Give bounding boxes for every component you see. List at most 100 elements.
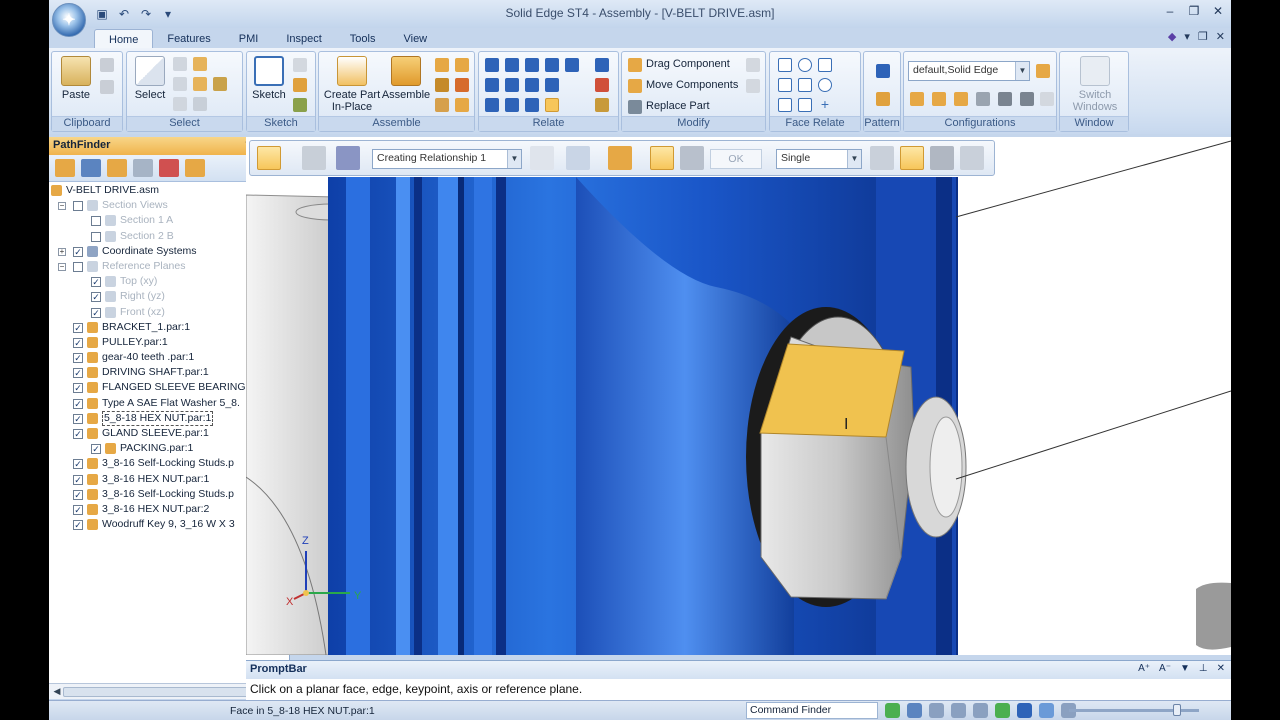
rotate-icon[interactable] bbox=[885, 703, 900, 718]
ribbon-minimize-icon[interactable]: ▾ bbox=[1184, 30, 1190, 43]
chevron-down-icon[interactable]: ▼ bbox=[1015, 62, 1029, 80]
tree-checkbox[interactable]: ✓ bbox=[73, 413, 83, 424]
flip-direction-button[interactable] bbox=[257, 146, 281, 170]
doc-close-icon[interactable]: ✕ bbox=[1216, 30, 1225, 43]
tab-home[interactable]: Home bbox=[94, 29, 154, 49]
graphics-window[interactable]: I Z Y X bbox=[246, 137, 1231, 655]
add-relate-icon[interactable]: + bbox=[818, 97, 832, 112]
gear-icon[interactable] bbox=[545, 78, 559, 92]
tree-checkbox[interactable]: ✓ bbox=[73, 383, 83, 394]
sketch-tool-icon[interactable] bbox=[293, 78, 307, 92]
subassembly-mode-button[interactable] bbox=[930, 146, 954, 170]
relationship-list-button[interactable] bbox=[336, 146, 360, 170]
select-part-button[interactable] bbox=[680, 146, 704, 170]
assemble-tool-icon[interactable] bbox=[435, 78, 449, 92]
config-tool-icon[interactable] bbox=[1020, 92, 1034, 106]
tree-checkbox[interactable]: ✓ bbox=[73, 459, 83, 470]
tree-checkbox[interactable]: ✓ bbox=[91, 292, 101, 303]
configuration-select[interactable]: default,Solid Edge ▼ bbox=[908, 61, 1030, 81]
switch-windows-button[interactable]: Switch Windows bbox=[1068, 56, 1122, 113]
ok-button[interactable]: OK bbox=[710, 149, 762, 169]
coaxial-icon[interactable] bbox=[798, 58, 812, 72]
tree-expander-icon[interactable]: + bbox=[58, 247, 66, 256]
command-finder-input[interactable]: Command Finder bbox=[746, 702, 878, 719]
assemble-tool-icon[interactable] bbox=[435, 58, 449, 72]
tree-checkbox[interactable] bbox=[91, 231, 101, 242]
tree-checkbox[interactable]: ✓ bbox=[73, 489, 83, 500]
assemble-tool-icon[interactable] bbox=[455, 78, 469, 92]
body-mode-button[interactable] bbox=[960, 146, 984, 170]
ground-icon[interactable] bbox=[505, 98, 519, 112]
tab-features[interactable]: Features bbox=[153, 29, 224, 49]
config-tool-icon[interactable] bbox=[1036, 64, 1050, 78]
mate-icon[interactable] bbox=[485, 58, 499, 72]
tree-checkbox[interactable] bbox=[73, 261, 83, 272]
relate-tool-icon[interactable] bbox=[595, 98, 609, 112]
perpendicular-icon[interactable] bbox=[778, 98, 792, 112]
scroll-thumb[interactable] bbox=[63, 687, 268, 697]
tree-checkbox[interactable]: ✓ bbox=[73, 398, 83, 409]
tree-checkbox[interactable]: ✓ bbox=[73, 474, 83, 485]
zoom-slider[interactable] bbox=[1069, 704, 1199, 716]
pattern-icon[interactable] bbox=[876, 64, 890, 78]
filter-icon[interactable] bbox=[185, 159, 205, 177]
relate-tool-icon[interactable] bbox=[595, 78, 609, 92]
tree-checkbox[interactable]: ✓ bbox=[73, 337, 83, 348]
relate-tool-icon[interactable] bbox=[595, 58, 609, 72]
font-decrease-icon[interactable]: A⁻ bbox=[1159, 663, 1171, 674]
pan-icon[interactable] bbox=[973, 703, 988, 718]
config-tool-icon[interactable] bbox=[998, 92, 1012, 106]
zoom-slider-knob[interactable] bbox=[1173, 704, 1181, 716]
tree-checkbox[interactable] bbox=[91, 216, 101, 227]
tangent-icon[interactable] bbox=[505, 78, 519, 92]
modify-tool-icon[interactable] bbox=[746, 79, 760, 93]
application-button[interactable]: ✦ bbox=[52, 3, 86, 37]
sketch-tool-icon[interactable] bbox=[293, 58, 307, 72]
tab-tools[interactable]: Tools bbox=[336, 29, 390, 49]
drag-component-button[interactable]: Drag Component bbox=[646, 58, 730, 70]
tree-checkbox[interactable]: ✓ bbox=[73, 353, 83, 364]
config-tool-icon[interactable] bbox=[932, 92, 946, 106]
cam-icon[interactable] bbox=[525, 78, 539, 92]
tree-checkbox[interactable]: ✓ bbox=[73, 520, 83, 531]
sketch-button[interactable]: Sketch bbox=[251, 56, 287, 101]
tree-checkbox[interactable] bbox=[73, 201, 83, 212]
assembly-view[interactable]: I Z Y X bbox=[246, 137, 1231, 655]
relationship-list-icon-button[interactable] bbox=[566, 146, 590, 170]
tree-checkbox[interactable]: ✓ bbox=[73, 429, 83, 439]
move-components-button[interactable]: Move Components bbox=[646, 79, 738, 91]
planar-align-icon[interactable] bbox=[505, 58, 519, 72]
panel-close-icon[interactable]: ✕ bbox=[1217, 663, 1225, 674]
options-button[interactable] bbox=[302, 146, 326, 170]
copy-icon[interactable] bbox=[100, 80, 114, 94]
assemble-tool-icon[interactable] bbox=[455, 58, 469, 72]
center-plane-icon[interactable] bbox=[545, 98, 559, 112]
config-tool-icon[interactable] bbox=[954, 92, 968, 106]
select-tool-icon[interactable] bbox=[173, 97, 187, 111]
doc-restore-icon[interactable]: ❐ bbox=[1198, 30, 1208, 43]
help-icon[interactable]: ◆ bbox=[1168, 30, 1176, 43]
create-part-in-place-button[interactable]: Create Part In-Place bbox=[323, 56, 381, 113]
scroll-left-icon[interactable]: ◀ bbox=[51, 686, 63, 698]
relationship-select[interactable]: Creating Relationship 1 ▼ bbox=[372, 149, 522, 169]
fit-icon[interactable] bbox=[951, 703, 966, 718]
spin-icon[interactable] bbox=[995, 703, 1010, 718]
face-mode-button[interactable] bbox=[870, 146, 894, 170]
replace-part-button[interactable]: Replace Part bbox=[646, 100, 710, 112]
select-tool-icon[interactable] bbox=[193, 97, 207, 111]
zoom-area-icon[interactable] bbox=[907, 703, 922, 718]
assemble-tool-icon[interactable] bbox=[435, 98, 449, 112]
config-tool-icon[interactable] bbox=[1040, 92, 1054, 106]
axial-align-icon[interactable] bbox=[525, 58, 539, 72]
cut-icon[interactable] bbox=[100, 58, 114, 72]
sketch-tool-icon[interactable] bbox=[293, 98, 307, 112]
selection-mode-select[interactable]: Single ▼ bbox=[776, 149, 862, 169]
concentric-icon[interactable] bbox=[818, 58, 832, 72]
tree-checkbox[interactable]: ✓ bbox=[73, 504, 83, 515]
tab-inspect[interactable]: Inspect bbox=[272, 29, 335, 49]
minimize-icon[interactable]: – bbox=[1163, 4, 1177, 18]
connect-icon[interactable] bbox=[565, 58, 579, 72]
panel-menu-icon[interactable]: ▼ bbox=[1180, 663, 1190, 674]
select-filter-icon[interactable] bbox=[193, 77, 207, 91]
tree-checkbox[interactable]: ✓ bbox=[91, 307, 101, 318]
